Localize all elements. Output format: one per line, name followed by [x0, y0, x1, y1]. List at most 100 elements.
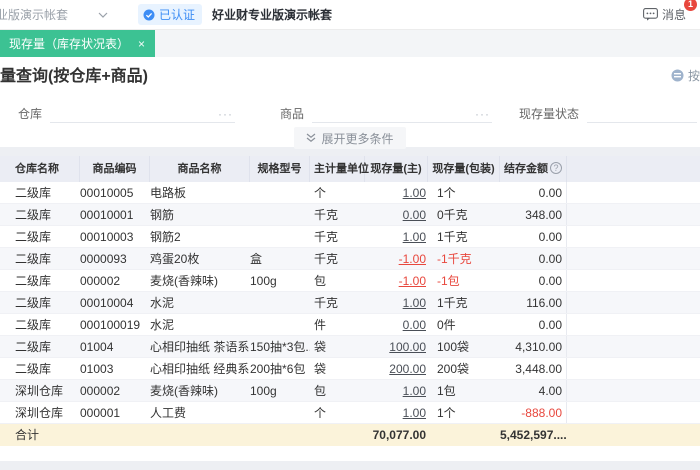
footer-strip [0, 461, 700, 470]
table-header-row: 仓库名称 商品编码 商品名称 规格型号 主计量单位 现存量(主) 现存量(包装)… [0, 156, 700, 182]
chevron-down-icon [98, 12, 108, 18]
cell-filler [567, 226, 700, 247]
table-row[interactable]: 二级库 00010005 电路板 个 1.00 1个 0.00 [0, 182, 700, 204]
table-row[interactable]: 二级库 00010004 水泥 千克 1.00 1千克 116.00 [0, 292, 700, 314]
qty-main-link[interactable]: 0.00 [403, 318, 426, 332]
cell-warehouse-name: 二级库 [15, 186, 52, 200]
cell-qty-main[interactable]: 100.00 [365, 336, 428, 357]
verified-badge-label: 已认证 [159, 8, 196, 22]
cell-qty-package: -1包 [437, 274, 460, 288]
cell-qty-main[interactable]: 0.00 [365, 204, 428, 225]
warehouse-filter-input[interactable]: ··· [50, 105, 236, 123]
cell-qty-main[interactable]: 1.00 [365, 226, 428, 247]
cell-product-code: 00010003 [80, 230, 134, 244]
cell-qty-package: 1个 [437, 406, 456, 420]
table-row[interactable]: 二级库 01004 心相印抽纸 茶语系列 ...150抽*3包... 袋 100.00 1… [0, 336, 700, 358]
cell-product-code: 000100019 [80, 318, 141, 332]
cell-qty-package: 1千克 [437, 296, 468, 310]
cell-warehouse-name: 深圳仓库 [15, 406, 64, 420]
cell-balance-amount: 0.00 [500, 314, 567, 335]
cell-spec-model [250, 226, 310, 247]
cell-product-code: 000002 [80, 384, 121, 398]
template-display-link[interactable]: 按模 [671, 67, 700, 84]
product-filter: 商品 ··· [280, 105, 493, 123]
cell-warehouse-name: 二级库 [15, 252, 52, 266]
cell-qty-package: 100袋 [437, 340, 470, 354]
cell-qty-package: 0件 [437, 318, 456, 332]
total-amount: 5,452,597.... [500, 428, 567, 442]
product-picker-ellipsis-icon[interactable]: ··· [473, 108, 492, 120]
qty-main-link[interactable]: -1.00 [399, 274, 426, 288]
cell-product-code: 000001 [80, 406, 121, 420]
cell-main-unit: 包 [314, 384, 327, 398]
cell-filler [567, 270, 700, 291]
cell-balance-amount: 0.00 [500, 248, 567, 269]
cell-qty-main[interactable]: 200.00 [365, 358, 428, 379]
qty-main-link[interactable]: 1.00 [403, 186, 426, 200]
cell-qty-main[interactable]: 1.00 [365, 292, 428, 313]
close-tab-icon[interactable]: × [138, 37, 145, 51]
cell-warehouse-name: 深圳仓库 [15, 384, 64, 398]
qty-main-link[interactable]: 200.00 [389, 362, 426, 376]
cell-spec-model: 200抽*6包 [250, 362, 306, 376]
verified-icon [143, 9, 155, 21]
title-row: 量查询(按仓库+商品) 按模 [0, 57, 700, 91]
status-filter-input[interactable] [587, 105, 698, 123]
cell-balance-amount: 116.00 [500, 292, 567, 313]
cell-qty-main[interactable]: 1.00 [365, 402, 428, 423]
top-bar: 业版演示帐套 已认证 好业财专业版演示帐套 消息 1 [0, 0, 700, 30]
total-spacer [428, 424, 500, 446]
table-row[interactable]: 二级库 00010001 钢筋 千克 0.00 0千克 348.00 [0, 204, 700, 226]
cell-filler [567, 248, 700, 269]
cell-product-code: 01004 [80, 340, 114, 354]
qty-main-link[interactable]: 0.00 [403, 208, 426, 222]
table-row[interactable]: 深圳仓库 000001 人工费 个 1.00 1个 -888.00 [0, 402, 700, 424]
warehouse-filter: 仓库 ··· [18, 105, 236, 123]
cell-spec-model [250, 292, 310, 313]
table-row[interactable]: 二级库 000100019 水泥 件 0.00 0件 0.00 [0, 314, 700, 336]
page-title: 量查询(按仓库+商品) [0, 68, 149, 85]
header-balance-amount: 结存金额? [500, 156, 567, 182]
qty-main-link[interactable]: 1.00 [403, 384, 426, 398]
messages-button[interactable]: 消息 1 [643, 0, 697, 23]
qty-main-link[interactable]: 1.00 [403, 296, 426, 310]
cell-product-code: 0000093 [80, 252, 127, 266]
cell-filler [567, 380, 700, 401]
filter-row: 仓库 ··· 商品 ··· 现存量状态 [0, 91, 700, 123]
cell-qty-main[interactable]: -1.00 [365, 248, 428, 269]
table-body: 二级库 00010005 电路板个 1.00 1个 0.00 二级库 00010001 钢筋 千克… [0, 182, 700, 424]
cell-qty-main[interactable]: 1.00 [365, 380, 428, 401]
expand-more-conditions-button[interactable]: 展开更多条件 [294, 127, 406, 149]
cell-qty-main[interactable]: -1.00 [365, 270, 428, 291]
table-row[interactable]: 二级库 00010003 钢筋2 千克 1.00 1千克 0.00 [0, 226, 700, 248]
cell-qty-main[interactable]: 0.00 [365, 314, 428, 335]
cell-balance-amount: 0.00 [500, 270, 567, 291]
cell-qty-main[interactable]: 1.00 [365, 182, 428, 203]
cell-product-code: 00010005 [80, 186, 134, 200]
cell-spec-model [250, 402, 310, 423]
cell-warehouse-name: 二级库 [15, 362, 52, 376]
cell-product-name: 麦烧(香辣味) [150, 274, 218, 288]
company-name: 好业财专业版演示帐套 [212, 8, 333, 22]
cell-product-name: 电路板 [150, 186, 187, 200]
qty-main-link[interactable]: 1.00 [403, 406, 426, 420]
cell-spec-model [250, 314, 310, 335]
table-row[interactable]: 二级库 0000093 鸡蛋20枚 盒 千克 -1.00 -1千克 0.00 [0, 248, 700, 270]
total-spacer [250, 424, 310, 446]
qty-main-link[interactable]: -1.00 [399, 252, 426, 266]
cell-main-unit: 千克 [314, 208, 339, 222]
cell-filler [567, 358, 700, 379]
table-row[interactable]: 二级库 01003 心相印抽纸 经典系列200抽*6包袋 200.00 200袋 3,44… [0, 358, 700, 380]
cell-qty-package: 0千克 [437, 208, 468, 222]
cell-product-name: 人工费 [150, 406, 187, 420]
qty-main-link[interactable]: 100.00 [389, 340, 426, 354]
table-row[interactable]: 深圳仓库 000002 麦烧(香辣味) 100g 包 1.00 1包 4.00 [0, 380, 700, 402]
qty-main-link[interactable]: 1.00 [403, 230, 426, 244]
table-row[interactable]: 二级库 000002 麦烧(香辣味) 100g 包 -1.00 -1包 0.00 [0, 270, 700, 292]
message-count-badge: 1 [684, 0, 697, 11]
account-switcher[interactable]: 业版演示帐套 [0, 6, 108, 23]
info-icon[interactable]: ? [550, 162, 562, 174]
product-filter-input[interactable]: ··· [312, 105, 493, 123]
warehouse-picker-ellipsis-icon[interactable]: ··· [216, 108, 235, 120]
tab-current-inventory[interactable]: 现存量（库存状况表） × [0, 30, 156, 57]
